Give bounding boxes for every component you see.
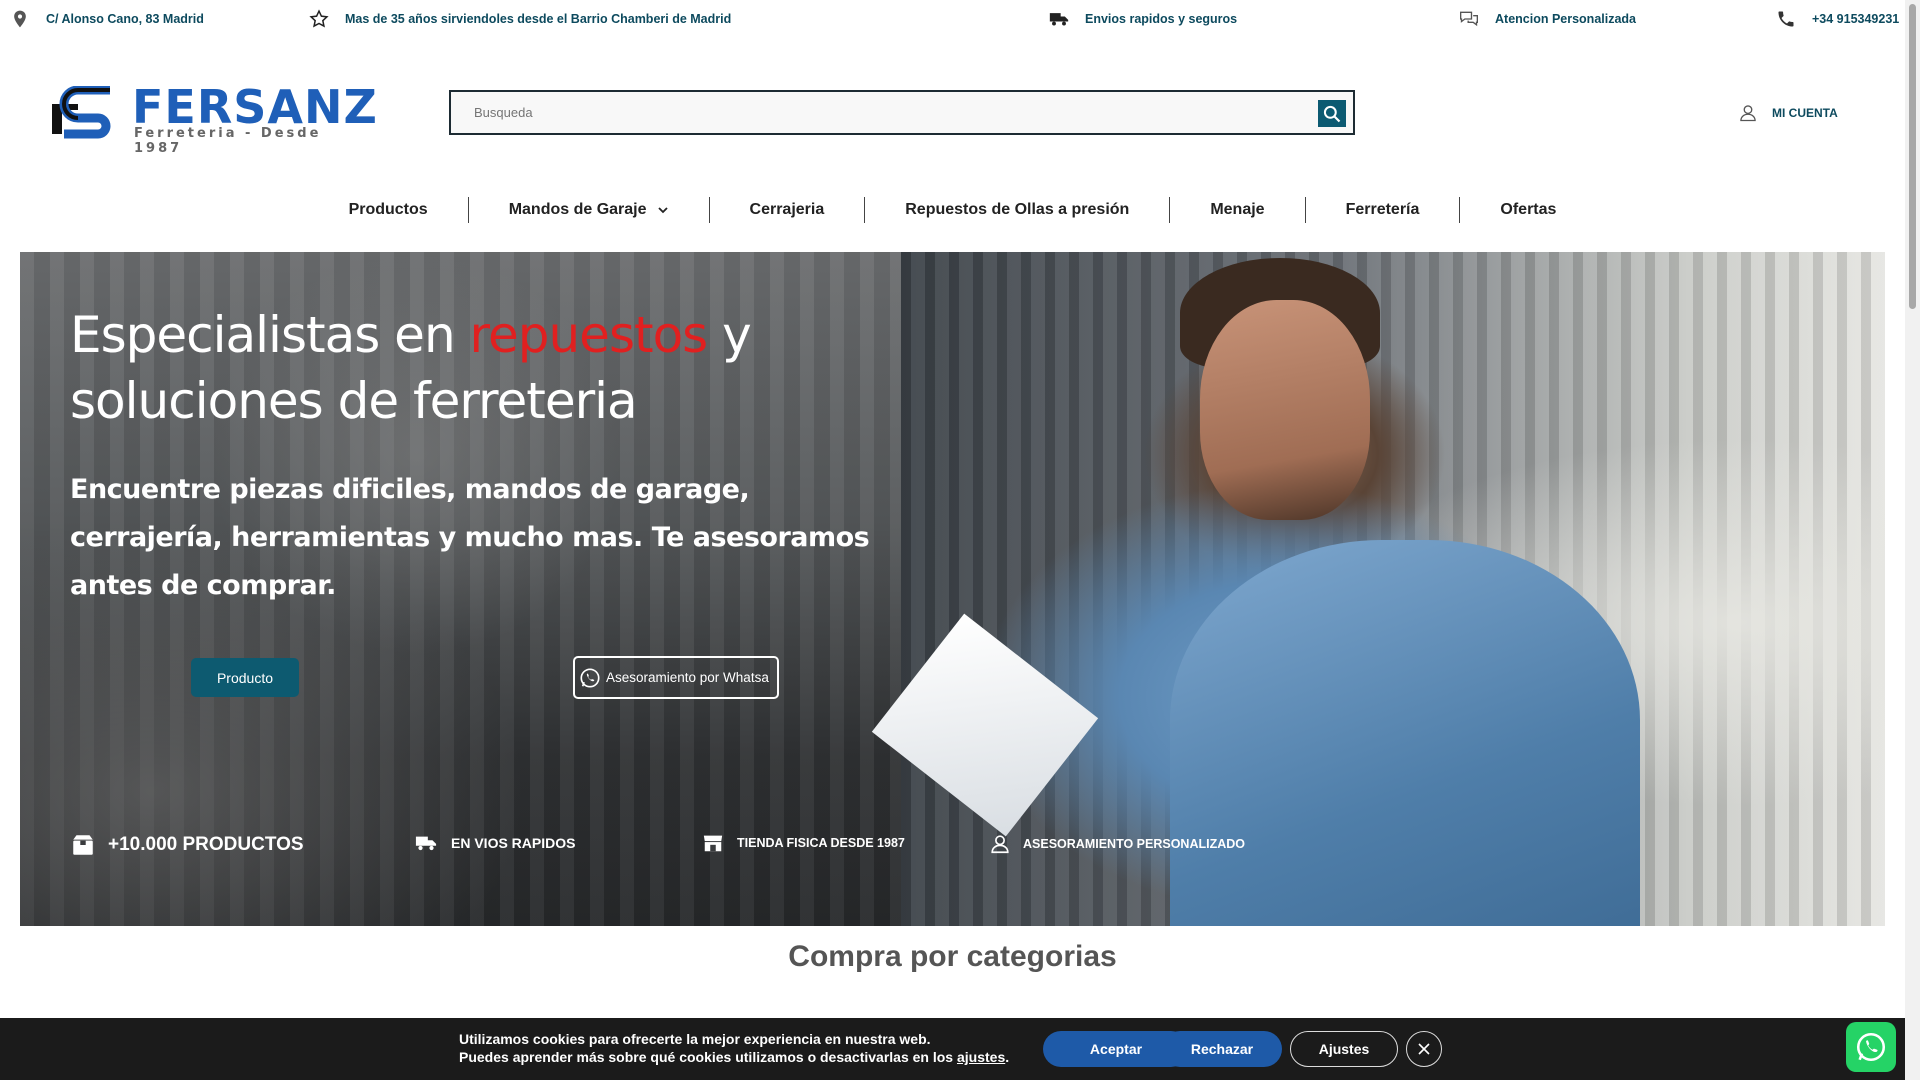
logo-text: FERSANZ — [132, 80, 378, 134]
hero-photo-paper — [871, 613, 1099, 837]
feature-advice: ASESORAMIENTO PERSONALIZADO — [989, 832, 1245, 856]
hero-subtitle: Encuentre piezas dificiles, mandos de ga… — [70, 474, 870, 601]
hero-title: Especialistas en repuestos y soluciones … — [70, 302, 870, 434]
whatsapp-advice-button[interactable]: Asesoramiento por Whatsa — [573, 656, 779, 699]
cookie-line-2: Puedes aprender más sobre qué cookies ut… — [459, 1048, 1009, 1066]
shipping-text: Envios rapidos y seguros — [1085, 12, 1238, 26]
whatsapp-floating-button[interactable] — [1846, 1022, 1896, 1072]
address-info: C/ Alonso Cano, 83 Madrid — [10, 9, 204, 29]
close-icon — [1418, 1043, 1430, 1055]
nav-label: Ferretería — [1345, 201, 1420, 218]
nav-label: Repuestos de Ollas a presión — [905, 201, 1130, 218]
nav-item-mandos-de-garaje[interactable]: Mandos de Garaje — [469, 201, 709, 219]
years-info: Mas de 35 años sirviendoles desde el Bar… — [309, 9, 731, 29]
whatsapp-icon — [1856, 1032, 1886, 1062]
close-cookie-banner-button[interactable] — [1406, 1031, 1442, 1067]
nav-label: Ofertas — [1500, 201, 1557, 218]
nav-item-cerrajeria[interactable]: Cerrajeria — [710, 201, 865, 219]
producto-button[interactable]: Producto — [191, 658, 299, 697]
nav-label: Cerrajeria — [749, 201, 825, 218]
nav-item-productos[interactable]: Productos — [309, 201, 468, 219]
feature-store-label: TIENDA FISICA DESDE 1987 — [737, 836, 905, 850]
nav-item-repuestos-ollas[interactable]: Repuestos de Ollas a presión — [865, 201, 1169, 219]
star-icon — [309, 9, 329, 28]
cookie-line-2-end: . — [1005, 1049, 1010, 1065]
categories-title: Compra por categorias — [788, 940, 1117, 973]
cookie-line-1: Utilizamos cookies para ofrecerte la mej… — [459, 1031, 931, 1047]
nav-label: Menaje — [1210, 201, 1265, 218]
hero-title-pre: Especialistas en — [70, 306, 470, 364]
cookie-line-2-text: Puedes aprender más sobre qué cookies ut… — [459, 1049, 957, 1065]
hero-banner: Especialistas en repuestos y soluciones … — [20, 252, 1885, 926]
fersanz-logo[interactable]: FERSANZ Ferreteria - Desde 1987 — [50, 82, 377, 156]
nav-label: Productos — [348, 201, 428, 218]
chat-bubbles-icon — [1460, 11, 1478, 27]
whatsapp-icon — [580, 667, 600, 688]
scrollbar-thumb[interactable] — [1909, 4, 1916, 309]
truck-icon — [1049, 13, 1069, 26]
shipping-info: Envios rapidos y seguros — [1049, 9, 1237, 29]
feature-advice-label: ASESORAMIENTO PERSONALIZADO — [1023, 837, 1246, 851]
phone-info[interactable]: +34 915349231 — [1776, 9, 1899, 29]
location-pin-icon — [14, 10, 26, 28]
nav-label: Mandos de Garaje — [508, 201, 647, 218]
hero-title-highlight: repuestos — [469, 306, 709, 364]
user-icon — [991, 835, 1009, 854]
cookie-banner: Utilizamos cookies para ofrecerte la mej… — [0, 1018, 1905, 1080]
hero-photo-shopkeeper — [871, 252, 1885, 926]
search-bar — [449, 90, 1355, 135]
nav-item-ofertas[interactable]: Ofertas — [1460, 201, 1596, 219]
reject-cookies-button[interactable]: Rechazar — [1162, 1031, 1282, 1067]
cookie-settings-link[interactable]: ajustes — [957, 1049, 1005, 1065]
phone-text[interactable]: +34 915349231 — [1812, 12, 1899, 26]
cookie-settings-button[interactable]: Ajustes — [1290, 1031, 1398, 1067]
truck-icon — [415, 836, 437, 851]
cookie-message: Utilizamos cookies para ofrecerte la mej… — [459, 1030, 1009, 1066]
account-link[interactable]: MI CUENTA — [1738, 103, 1838, 123]
whatsapp-button-label: Asesoramiento por Whatsa — [606, 670, 769, 685]
years-text: Mas de 35 años sirviendoles desde el Bar… — [345, 12, 732, 26]
feature-shipping-label: EN VIOS RAPIDOS — [451, 835, 576, 851]
phone-icon — [1778, 11, 1794, 27]
page-scrollbar[interactable] — [1905, 0, 1920, 1080]
nav-item-ferreteria[interactable]: Ferretería — [1306, 201, 1460, 219]
attention-text: Atencion Personalizada — [1495, 12, 1637, 26]
logo-tagline: Ferreteria - Desde 1987 — [134, 126, 322, 156]
box-icon — [73, 835, 93, 855]
hero-features: +10.000 PRODUCTOS EN VIOS RAPIDOS TIENDA… — [20, 832, 1885, 892]
address-text: C/ Alonso Cano, 83 Madrid — [46, 12, 204, 26]
hero-photo-face — [1200, 300, 1370, 520]
feature-store: TIENDA FISICA DESDE 1987 — [701, 832, 905, 854]
user-icon — [1740, 105, 1756, 122]
attention-info: Atencion Personalizada — [1459, 9, 1636, 29]
top-info-bar: C/ Alonso Cano, 83 Madrid Mas de 35 años… — [0, 0, 1905, 40]
search-button[interactable] — [1318, 100, 1346, 127]
main-navigation: Productos Mandos de Garaje Cerrajeria Re… — [0, 196, 1905, 224]
feature-shipping: EN VIOS RAPIDOS — [413, 832, 575, 854]
chevron-down-icon — [657, 207, 668, 214]
store-icon — [703, 835, 723, 852]
search-icon — [1323, 105, 1341, 122]
account-label: MI CUENTA — [1772, 106, 1838, 120]
feature-products: +10.000 PRODUCTOS — [70, 832, 304, 858]
search-input[interactable] — [451, 92, 1314, 133]
nav-item-menaje[interactable]: Menaje — [1170, 201, 1304, 219]
feature-products-label: +10.000 PRODUCTOS — [108, 834, 304, 855]
logo-mark-icon — [52, 86, 111, 139]
